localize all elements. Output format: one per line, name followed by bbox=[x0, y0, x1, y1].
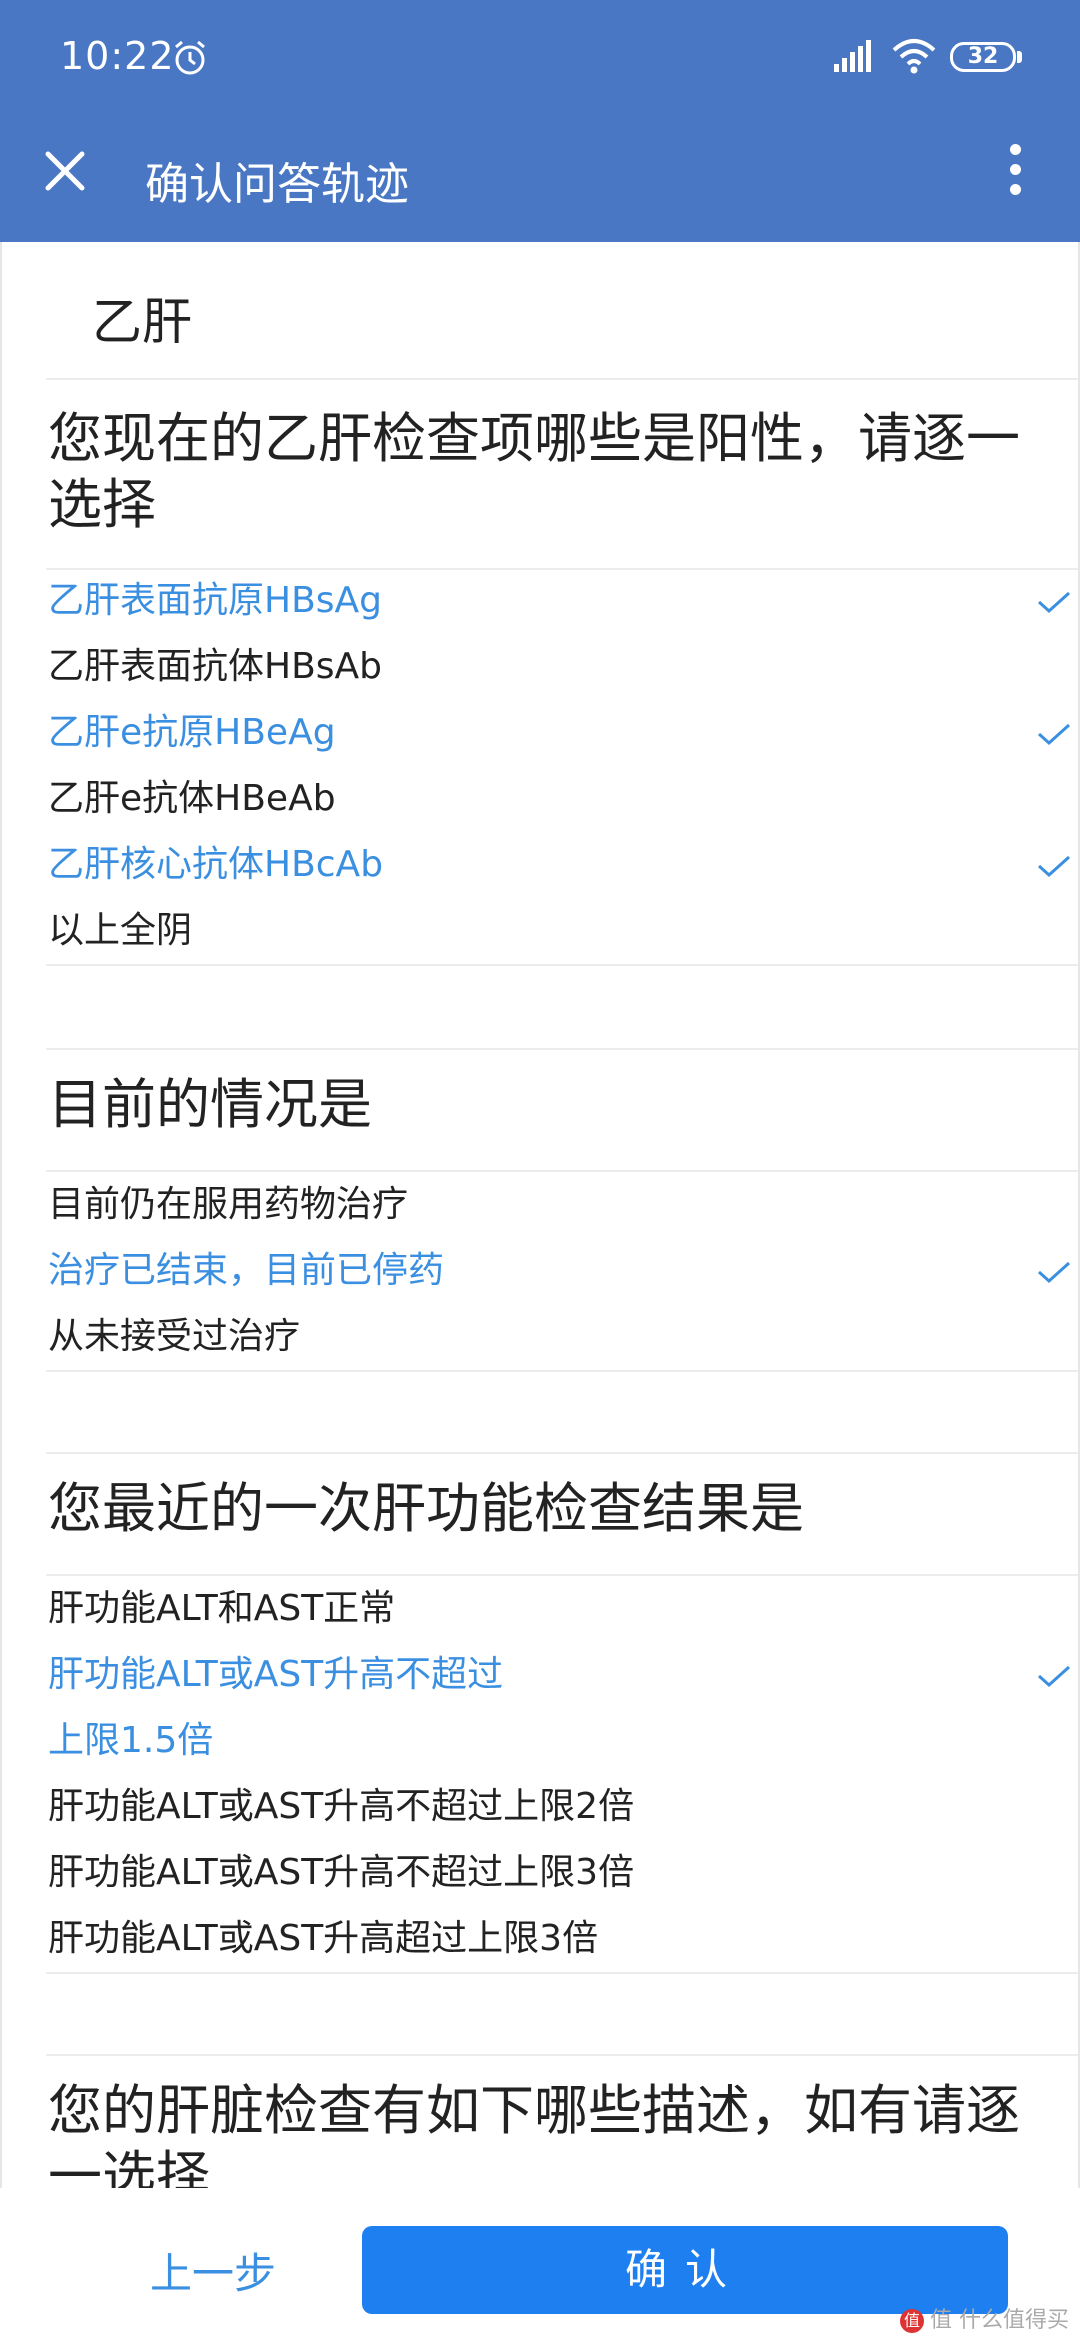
status-time: 10:22 bbox=[60, 34, 175, 78]
watermark-logo-icon: 值 bbox=[900, 2309, 924, 2333]
option-label: 肝功能ALT或AST升高不超过上限3倍 bbox=[48, 1852, 635, 1893]
question-title: 您的肝脏检查有如下哪些描述，如有请逐一选择 bbox=[48, 2079, 1020, 2188]
option-label: 以上全阴 bbox=[48, 910, 193, 951]
app-header: 10:22 32 确认问答轨迹 bbox=[0, 0, 1080, 242]
check-icon bbox=[1036, 832, 1076, 898]
question-title: 您最近的一次肝功能检查结果是 bbox=[48, 1477, 804, 1540]
option-item[interactable]: 治疗已结束，目前已停药 bbox=[48, 1238, 1078, 1304]
option-label: 乙肝表面抗原HBsAg bbox=[48, 580, 383, 621]
option-item[interactable]: 肝功能ALT和AST正常 bbox=[48, 1576, 1078, 1642]
close-icon[interactable] bbox=[40, 146, 90, 196]
confirm-button[interactable]: 确认 bbox=[362, 2226, 1008, 2314]
option-item[interactable]: 乙肝核心抗体HBcAb bbox=[48, 832, 1078, 898]
watermark-text: 值 什么值得买 bbox=[930, 2308, 1069, 2333]
option-label: 乙肝e抗体HBeAb bbox=[48, 778, 336, 819]
option-item[interactable]: 目前仍在服用药物治疗 bbox=[48, 1172, 1078, 1238]
alarm-icon bbox=[175, 40, 205, 75]
content-area[interactable]: 乙肝 您现在的乙肝检查项哪些是阳性，请逐一选择 乙肝表面抗原HBsAg 乙肝表面… bbox=[0, 242, 1080, 2188]
option-item[interactable]: 从未接受过治疗 bbox=[48, 1304, 1078, 1370]
option-label: 治疗已结束，目前已停药 bbox=[48, 1250, 445, 1291]
option-label: 目前仍在服用药物治疗 bbox=[48, 1184, 409, 1225]
option-label-line2: 上限1.5倍 bbox=[48, 1720, 214, 1761]
check-icon bbox=[1036, 700, 1076, 766]
option-label: 肝功能ALT或AST升高超过上限3倍 bbox=[48, 1918, 599, 1959]
watermark: 值值 什么值得买 bbox=[900, 2302, 1069, 2334]
option-label: 肝功能ALT和AST正常 bbox=[48, 1588, 396, 1629]
option-item[interactable]: 以上全阴 bbox=[48, 898, 1078, 964]
divider bbox=[46, 1972, 1078, 1974]
question-title: 您现在的乙肝检查项哪些是阳性，请逐一选择 bbox=[48, 407, 1020, 536]
option-label: 乙肝e抗原HBeAg bbox=[48, 712, 336, 753]
option-item[interactable]: 乙肝表面抗体HBsAb bbox=[48, 634, 1078, 700]
wifi-icon bbox=[892, 39, 936, 74]
check-icon bbox=[1036, 568, 1076, 634]
option-item[interactable]: 乙肝表面抗原HBsAg bbox=[48, 568, 1078, 634]
page-title: 确认问答轨迹 bbox=[145, 159, 409, 210]
option-item[interactable]: 乙肝e抗原HBeAg bbox=[48, 700, 1078, 766]
option-item[interactable]: 肝功能ALT或AST升高不超过 上限1.5倍 bbox=[48, 1642, 1078, 1774]
divider bbox=[46, 2054, 1078, 2056]
option-item[interactable]: 肝功能ALT或AST升高不超过上限2倍 bbox=[48, 1774, 1078, 1840]
option-label: 乙肝表面抗体HBsAb bbox=[48, 646, 383, 687]
option-label: 乙肝核心抗体HBcAb bbox=[48, 844, 384, 885]
option-label: 肝功能ALT或AST升高不超过上限2倍 bbox=[48, 1786, 635, 1827]
divider bbox=[46, 1048, 1078, 1050]
divider bbox=[46, 1452, 1078, 1454]
option-label: 从未接受过治疗 bbox=[48, 1316, 301, 1357]
option-item[interactable]: 肝功能ALT或AST升高不超过上限3倍 bbox=[48, 1840, 1078, 1906]
divider bbox=[46, 1370, 1078, 1372]
option-item[interactable]: 肝功能ALT或AST升高超过上限3倍 bbox=[48, 1906, 1078, 1972]
option-item[interactable]: 乙肝e抗体HBeAb bbox=[48, 766, 1078, 832]
divider bbox=[46, 964, 1078, 966]
category-label: 乙肝 bbox=[92, 293, 192, 351]
signal-icon bbox=[834, 40, 871, 72]
prev-step-button[interactable]: 上一步 bbox=[150, 2240, 276, 2301]
battery-nub bbox=[1017, 51, 1022, 63]
divider bbox=[46, 378, 1078, 380]
battery-icon: 32 bbox=[950, 42, 1016, 72]
check-icon bbox=[1036, 1238, 1076, 1304]
check-icon bbox=[1036, 1642, 1076, 1708]
question-title: 目前的情况是 bbox=[48, 1073, 372, 1136]
option-label: 肝功能ALT或AST升高不超过 bbox=[48, 1654, 504, 1695]
more-vertical-icon[interactable] bbox=[1000, 144, 1030, 208]
